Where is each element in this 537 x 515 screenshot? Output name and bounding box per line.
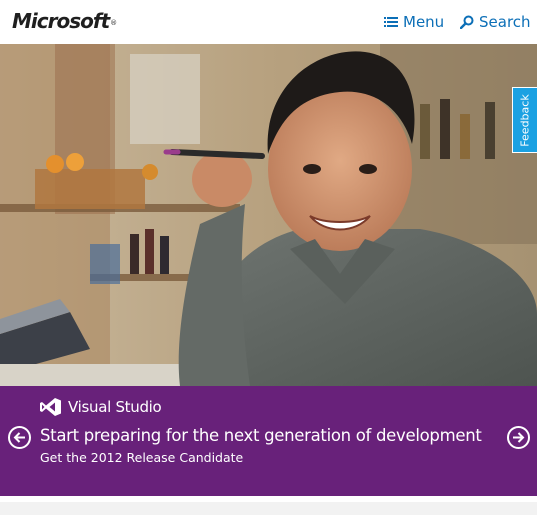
arrow-right-circle-icon xyxy=(513,432,525,443)
arrow-left-circle-icon xyxy=(13,432,25,443)
hamburger-icon xyxy=(384,17,398,27)
release-candidate-link[interactable]: Get the 2012 Release Candidate xyxy=(40,450,243,466)
promo-headline: Start preparing for the next generation … xyxy=(40,426,482,445)
magnifier-icon xyxy=(460,15,474,29)
menu-button[interactable]: Menu xyxy=(384,11,444,33)
site-header: Microsoft® Menu Search xyxy=(0,0,537,44)
feedback-tab[interactable]: Feedback xyxy=(512,87,537,153)
brand-name: Visual Studio xyxy=(68,398,162,416)
microsoft-logo[interactable]: Microsoft® xyxy=(12,8,117,34)
search-button[interactable]: Search xyxy=(460,11,531,33)
hero-photo xyxy=(0,44,537,386)
menu-label: Menu xyxy=(403,13,445,31)
visual-studio-logo-icon xyxy=(40,398,61,416)
visual-studio-brand[interactable]: Visual Studio xyxy=(40,396,162,418)
logo-trademark: ® xyxy=(110,19,117,27)
feedback-label: Feedback xyxy=(518,93,532,147)
content-area-top xyxy=(0,502,537,515)
next-slide-button[interactable] xyxy=(507,426,530,449)
previous-slide-button[interactable] xyxy=(8,426,31,449)
content-divider xyxy=(0,496,537,515)
search-label: Search xyxy=(479,13,531,31)
hero-image[interactable] xyxy=(0,44,537,386)
promo-banner: Visual Studio Start preparing for the ne… xyxy=(0,386,537,496)
logo-text: Microsoft xyxy=(12,9,110,33)
